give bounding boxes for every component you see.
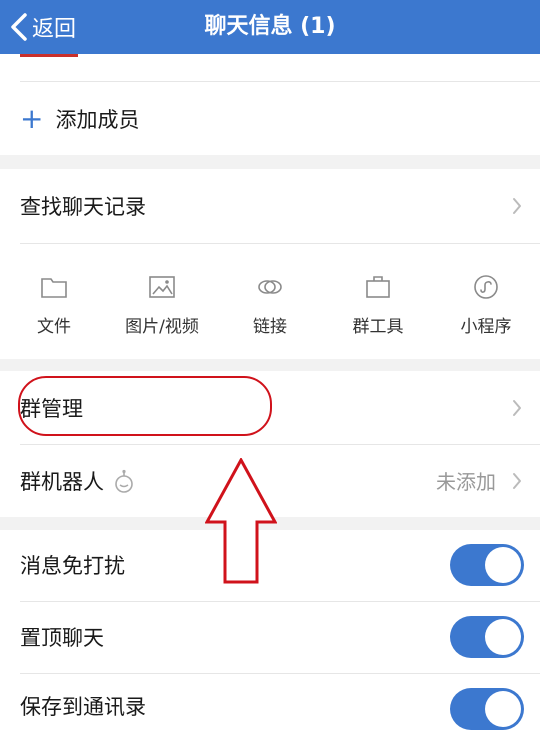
toggle-knob [485, 690, 521, 727]
group-bot-label: 群机器人 [20, 469, 104, 494]
chevron-right-icon [513, 472, 521, 489]
link-icon [258, 280, 282, 294]
nav-bar: 返回 聊天信息 (1) [0, 0, 540, 54]
toolbox-icon [366, 276, 390, 298]
tool-mini-programs-label: 小程序 [460, 317, 512, 337]
members-group: + 添加成员 [0, 54, 540, 155]
member-avatar-edge [20, 54, 78, 57]
image-icon [149, 276, 175, 298]
add-member-label: 添加成员 [55, 107, 140, 132]
tool-group-tools[interactable]: 群工具 [324, 244, 432, 362]
tool-links-label: 链接 [253, 317, 287, 337]
up-arrow-annotation [205, 458, 277, 584]
page-title: 聊天信息 (1) [204, 14, 336, 39]
folder-icon [41, 278, 67, 298]
chevron-right-icon [513, 198, 521, 214]
media-tools: 文件 图片/视频 链接 群工具 小程序 [0, 244, 540, 362]
group-bot-status: 未添加 [436, 470, 496, 494]
tool-images-label: 图片/视频 [125, 317, 199, 337]
tool-links[interactable]: 链接 [216, 244, 324, 362]
pin-chat-label: 置顶聊天 [20, 626, 104, 650]
save-contacts-label: 保存到通讯录 [20, 694, 146, 719]
search-history-label: 查找聊天记录 [20, 195, 146, 219]
history-group: 查找聊天记录 文件 图片/视频 链接 群工具 小程序 [0, 169, 540, 359]
group-manage-row[interactable]: 群管理 [0, 371, 540, 445]
tool-group-tools-label: 群工具 [352, 317, 404, 337]
pin-chat-row: 置顶聊天 [0, 602, 540, 672]
tool-images[interactable]: 图片/视频 [108, 244, 216, 362]
chevron-right-icon [513, 400, 521, 416]
tool-mini-programs[interactable]: 小程序 [432, 244, 540, 362]
toggle-knob [485, 619, 521, 655]
toggle-knob [485, 547, 521, 583]
robot-icon [115, 469, 133, 493]
add-member-row[interactable]: + 添加成员 [0, 82, 540, 155]
do-not-disturb-label: 消息免打扰 [20, 554, 125, 578]
search-history-row[interactable]: 查找聊天记录 [0, 169, 540, 243]
save-contacts-toggle[interactable] [450, 687, 524, 730]
mini-program-icon [474, 275, 498, 299]
plus-icon: + [20, 101, 44, 135]
tool-files[interactable]: 文件 [0, 244, 108, 362]
do-not-disturb-toggle[interactable] [450, 544, 524, 586]
tool-files-label: 文件 [37, 317, 71, 337]
pin-chat-toggle[interactable] [450, 616, 524, 658]
save-contacts-row: 保存到通讯录 [0, 674, 540, 737]
group-manage-label: 群管理 [20, 397, 83, 421]
